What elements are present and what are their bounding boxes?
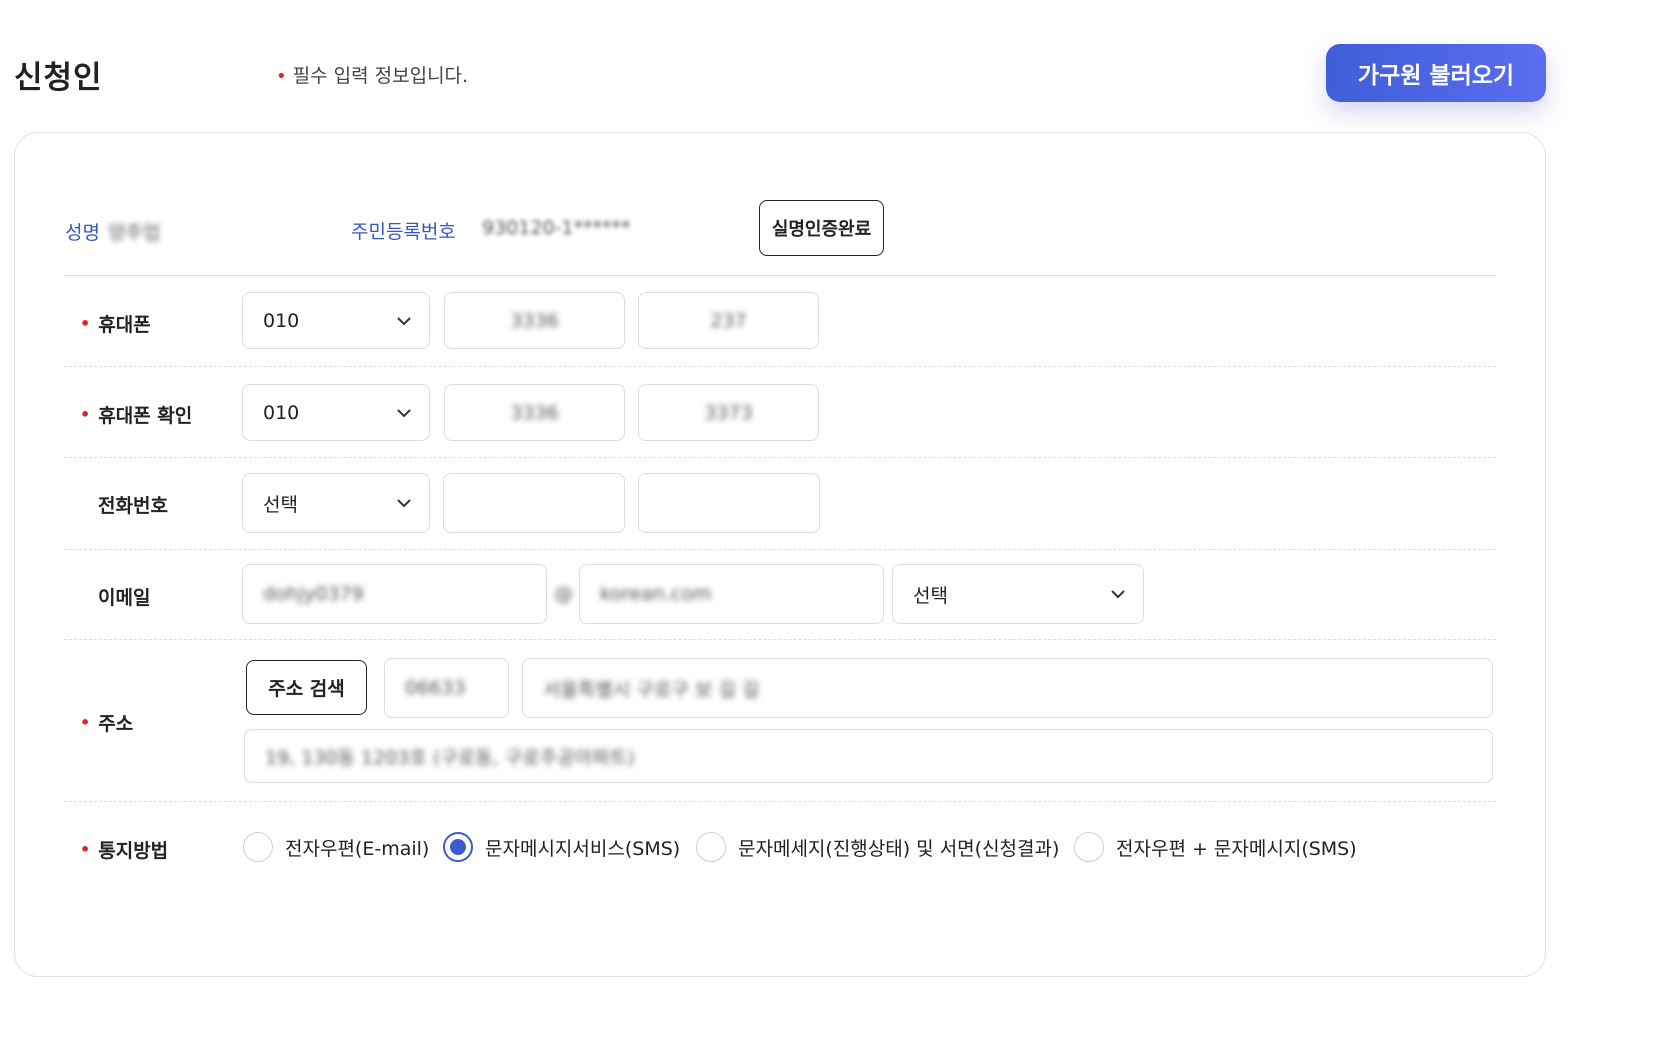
verify-complete-button[interactable]: 실명인증완료 xyxy=(759,200,884,256)
notify-option-email[interactable]: 전자우편(E-mail) xyxy=(243,832,429,862)
divider xyxy=(64,549,1496,550)
required-note-text: 필수 입력 정보입니다. xyxy=(292,65,469,87)
road-address-input[interactable]: 서울특별시 구로구 보 길 길 xyxy=(522,658,1493,718)
mobile-label-text: 휴대폰 xyxy=(98,314,151,336)
required-note: • 필수 입력 정보입니다. xyxy=(276,61,468,88)
rrn-label: 주민등록번호 xyxy=(351,221,456,243)
road-address-value: 서울특별시 구로구 보 길 길 xyxy=(543,678,760,701)
email-domain-select[interactable]: 선택 xyxy=(892,564,1144,624)
divider xyxy=(64,801,1496,802)
phone-last-input[interactable] xyxy=(638,473,820,533)
mobile-confirm-mid-input[interactable]: 3336 xyxy=(444,384,625,441)
address-label-text: 주소 xyxy=(98,713,134,735)
divider xyxy=(64,275,1496,276)
mobile-confirm-mid-value: 3336 xyxy=(510,401,559,424)
required-dot: • xyxy=(80,314,91,333)
zipcode-value: 06633 xyxy=(405,677,466,699)
zipcode-input[interactable]: 06633 xyxy=(384,658,509,718)
notify-option-sms[interactable]: 문자메시지서비스(SMS) xyxy=(443,832,680,862)
divider xyxy=(64,457,1496,458)
radio-email[interactable] xyxy=(243,832,273,862)
notify-label-text: 통지방법 xyxy=(98,840,169,862)
mobile-last-value: 237 xyxy=(710,309,747,332)
mobile-last-input[interactable]: 237 xyxy=(638,292,819,349)
email-domain-select-value: 선택 xyxy=(913,584,948,607)
notify-option-sms-mail-label: 문자메세지(진행상태) 및 서면(신청결과) xyxy=(738,837,1060,860)
phone-label: 전화번호 xyxy=(98,495,168,517)
email-local-value: dohjy0379 xyxy=(263,583,364,605)
page-title: 신청인 xyxy=(14,60,103,96)
radio-email-sms[interactable] xyxy=(1074,832,1104,862)
detail-address-input[interactable]: 19, 130동 1203호 (구로동, 구로주공아파트) xyxy=(244,729,1493,783)
notify-option-email-sms[interactable]: 전자우편 + 문자메시지(SMS) xyxy=(1074,832,1357,862)
name-label: 성명 xyxy=(65,222,100,244)
mobile-mid-input[interactable]: 3336 xyxy=(444,292,625,349)
mobile-label: • 휴대폰 xyxy=(80,310,151,337)
address-search-button[interactable]: 주소 검색 xyxy=(246,660,367,715)
mobile-confirm-last-value: 3373 xyxy=(704,401,753,424)
email-at-sign: @ xyxy=(554,583,573,605)
mobile-prefix-value: 010 xyxy=(263,309,300,332)
radio-sms[interactable] xyxy=(443,832,473,862)
name-value: 양주업 xyxy=(107,222,161,244)
notify-option-email-sms-label: 전자우편 + 문자메시지(SMS) xyxy=(1116,837,1357,860)
mobile-confirm-prefix-select[interactable]: 010 xyxy=(242,384,430,441)
radio-sms-mail[interactable] xyxy=(696,832,726,862)
notify-label: • 통지방법 xyxy=(80,836,168,863)
mobile-confirm-label-text: 휴대폰 확인 xyxy=(98,405,193,427)
email-local-input[interactable]: dohjy0379 xyxy=(242,564,547,624)
email-domain-input[interactable]: korean.com xyxy=(579,564,884,624)
load-household-button[interactable]: 가구원 불러오기 xyxy=(1326,44,1546,102)
required-dot: • xyxy=(80,405,91,424)
notify-option-email-label: 전자우편(E-mail) xyxy=(285,837,430,860)
address-label: • 주소 xyxy=(80,709,133,736)
email-domain-value: korean.com xyxy=(600,583,712,605)
notify-option-sms-mail[interactable]: 문자메세지(진행상태) 및 서면(신청결과) xyxy=(696,832,1059,862)
rrn-value: 930120-1****** xyxy=(482,217,631,239)
mobile-mid-value: 3336 xyxy=(510,309,559,332)
name-field: 성명 양주업 xyxy=(65,218,160,245)
required-dot: • xyxy=(276,66,287,87)
chevron-down-icon xyxy=(1111,590,1125,599)
divider xyxy=(64,366,1496,367)
phone-prefix-select[interactable]: 선택 xyxy=(242,473,430,533)
mobile-confirm-label: • 휴대폰 확인 xyxy=(80,401,192,428)
email-label: 이메일 xyxy=(98,587,151,609)
phone-prefix-value: 선택 xyxy=(263,493,298,516)
mobile-prefix-select[interactable]: 010 xyxy=(242,292,430,349)
mobile-confirm-last-input[interactable]: 3373 xyxy=(638,384,819,441)
required-dot: • xyxy=(80,713,91,732)
detail-address-value: 19, 130동 1203호 (구로동, 구로주공아파트) xyxy=(265,746,635,769)
chevron-down-icon xyxy=(397,499,411,508)
chevron-down-icon xyxy=(397,316,411,325)
required-dot: • xyxy=(80,840,91,859)
notify-option-sms-label: 문자메시지서비스(SMS) xyxy=(485,837,681,860)
chevron-down-icon xyxy=(397,408,411,417)
divider xyxy=(64,639,1496,640)
mobile-confirm-prefix-value: 010 xyxy=(263,401,300,424)
phone-mid-input[interactable] xyxy=(443,473,625,533)
